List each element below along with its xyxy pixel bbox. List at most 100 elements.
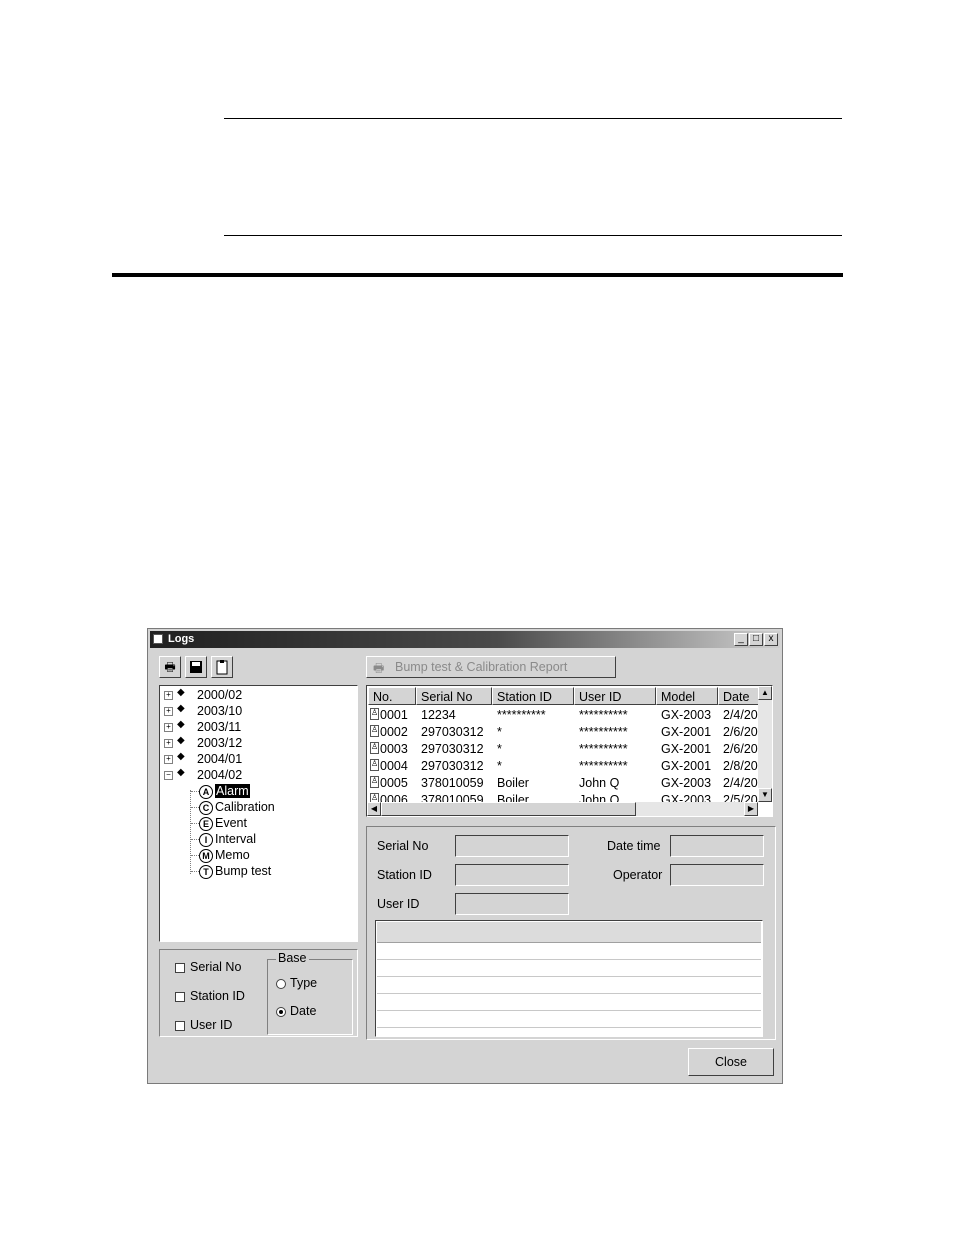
detail-operator-field xyxy=(670,864,764,886)
scroll-up-arrow-icon[interactable]: ▲ xyxy=(758,686,772,700)
column-header-serial-no[interactable]: Serial No xyxy=(416,687,492,705)
vertical-scrollbar[interactable]: ▲ ▼ xyxy=(758,686,772,802)
title-bar[interactable]: Logs _ □ x xyxy=(150,631,780,648)
detail-notes-list[interactable] xyxy=(375,920,763,1037)
column-header-no[interactable]: No. xyxy=(368,687,416,705)
tree-item-label: Interval xyxy=(215,832,256,846)
filter-panel: Serial No Station ID User ID Base Type D… xyxy=(159,949,358,1037)
tree-connector xyxy=(191,855,199,856)
type-radio-label: Type xyxy=(290,976,318,990)
log-tree[interactable]: + ◆ 2000/02 + ◆ 2003/10 + ◆ 2003/11 + ◆ 2003/12 + ◆ 20… xyxy=(159,685,358,942)
tree-item-interval[interactable]: I Interval xyxy=(199,831,256,847)
tree-folder[interactable]: 2003/11 xyxy=(197,719,241,735)
tree-connector xyxy=(191,807,199,808)
expand-icon[interactable]: + xyxy=(164,707,173,716)
tree-folder[interactable]: 2004/01 xyxy=(197,751,242,767)
user-id-filter-label: User ID xyxy=(190,1018,233,1032)
scroll-down-arrow-icon[interactable]: ▼ xyxy=(758,788,772,802)
user-id-checkbox[interactable] xyxy=(175,1021,185,1031)
expand-icon[interactable]: + xyxy=(164,755,173,764)
tree-item-label: Bump test xyxy=(215,864,272,878)
column-header-date[interactable]: Date xyxy=(718,687,763,705)
maximize-button[interactable]: □ xyxy=(749,633,763,646)
horizontal-scrollbar[interactable]: ◀ ▶ xyxy=(367,802,758,816)
log-file-icon: ♙ xyxy=(370,776,379,788)
table-row[interactable]: ♙ 0005 378010059 Boiler John Q GX-2003 2/4/20 xyxy=(368,775,758,792)
column-header-station-id[interactable]: Station ID xyxy=(492,687,574,705)
tree-item-memo[interactable]: M Memo xyxy=(199,847,250,863)
type-radio[interactable] xyxy=(276,979,286,989)
log-file-icon: ♙ xyxy=(370,759,379,771)
detail-user-label: User ID xyxy=(377,897,420,911)
report-button[interactable]: 🖶 Bump test & Calibration Report xyxy=(366,656,616,678)
print-button[interactable]: 🖶 xyxy=(159,656,181,678)
tree-item-calibration[interactable]: C Calibration xyxy=(199,799,275,815)
tree-connector xyxy=(191,839,199,840)
tree-item-bump-test[interactable]: T Bump test xyxy=(199,863,271,879)
table-cell: 297030312 xyxy=(421,759,484,773)
folder-diamond-icon: ◆ xyxy=(177,767,185,778)
clipboard-icon xyxy=(216,660,228,675)
section-thick-rule xyxy=(112,273,843,277)
log-type-m-icon: M xyxy=(199,848,213,863)
scroll-thumb[interactable] xyxy=(381,802,636,816)
column-header-model[interactable]: Model xyxy=(656,687,718,705)
tree-connector xyxy=(191,791,199,792)
printer-icon: 🖶 xyxy=(164,660,176,674)
close-button[interactable]: Close xyxy=(688,1048,774,1076)
folder-diamond-icon: ◆ xyxy=(177,703,185,714)
table-row[interactable]: ♙ 0004 297030312 * ********** GX-2001 2/8/20 xyxy=(368,758,758,775)
expand-icon[interactable]: + xyxy=(164,739,173,748)
detail-serial-label: Serial No xyxy=(377,839,429,853)
log-file-icon: ♙ xyxy=(370,708,379,720)
table-cell: * xyxy=(497,725,502,739)
table-cell: 0001 xyxy=(380,708,408,722)
log-type-i-icon: I xyxy=(199,832,213,847)
scroll-right-arrow-icon[interactable]: ▶ xyxy=(744,802,758,816)
table-cell: 0003 xyxy=(380,742,408,756)
collapse-icon[interactable]: − xyxy=(164,771,173,780)
folder-diamond-icon: ◆ xyxy=(177,687,185,698)
column-header-user-id[interactable]: User ID xyxy=(574,687,656,705)
detail-datetime-field xyxy=(670,835,764,857)
tree-item-alarm[interactable]: A Alarm xyxy=(199,783,250,799)
mid-thin-rule xyxy=(224,235,842,236)
tree-item-event[interactable]: E Event xyxy=(199,815,247,831)
table-row[interactable]: ♙ 0003 297030312 * ********** GX-2001 2/6/20 xyxy=(368,741,758,758)
log-table[interactable]: No. Serial No Station ID User ID Model Date ♙… xyxy=(366,685,773,817)
table-row[interactable]: ♙ 0001 12234 ********** ********** GX-2003 2/4… xyxy=(368,707,758,724)
clipboard-button[interactable] xyxy=(211,656,233,678)
tree-folder[interactable]: 2000/02 xyxy=(197,687,242,703)
table-cell: GX-2003 xyxy=(661,708,712,722)
serial-no-checkbox[interactable] xyxy=(175,963,185,973)
table-cell: Boiler xyxy=(497,776,529,790)
expand-icon[interactable]: + xyxy=(164,691,173,700)
date-radio[interactable] xyxy=(276,1007,286,1017)
scroll-left-arrow-icon[interactable]: ◀ xyxy=(367,802,381,816)
table-cell: 0005 xyxy=(380,776,408,790)
folder-diamond-icon: ◆ xyxy=(177,719,185,730)
tree-folder[interactable]: 2004/02 xyxy=(197,767,242,783)
save-button[interactable] xyxy=(185,656,207,678)
log-file-icon: ♙ xyxy=(370,725,379,737)
tree-item-label: Memo xyxy=(215,848,250,862)
table-cell: 378010059 xyxy=(421,776,484,790)
folder-diamond-icon: ◆ xyxy=(177,751,185,762)
table-cell: GX-2001 xyxy=(661,725,712,739)
station-id-filter-label: Station ID xyxy=(190,989,245,1003)
table-cell: ********** xyxy=(579,725,628,739)
minimize-button[interactable]: _ xyxy=(734,633,748,646)
station-id-checkbox[interactable] xyxy=(175,992,185,1002)
close-window-button[interactable]: x xyxy=(764,633,778,646)
top-thin-rule xyxy=(224,118,842,119)
tree-folder[interactable]: 2003/12 xyxy=(197,735,242,751)
tree-item-label: Calibration xyxy=(215,800,275,814)
table-cell: John Q xyxy=(579,776,620,790)
tree-folder[interactable]: 2003/10 xyxy=(197,703,242,719)
logs-window: Logs _ □ x 🖶 🖶 Bump test & Calibration R… xyxy=(147,628,783,1084)
table-cell: GX-2003 xyxy=(661,776,712,790)
table-row[interactable]: ♙ 0002 297030312 * ********** GX-2001 2/6/20 xyxy=(368,724,758,741)
notes-line xyxy=(377,1027,761,1028)
expand-icon[interactable]: + xyxy=(164,723,173,732)
tree-connector xyxy=(191,823,199,824)
